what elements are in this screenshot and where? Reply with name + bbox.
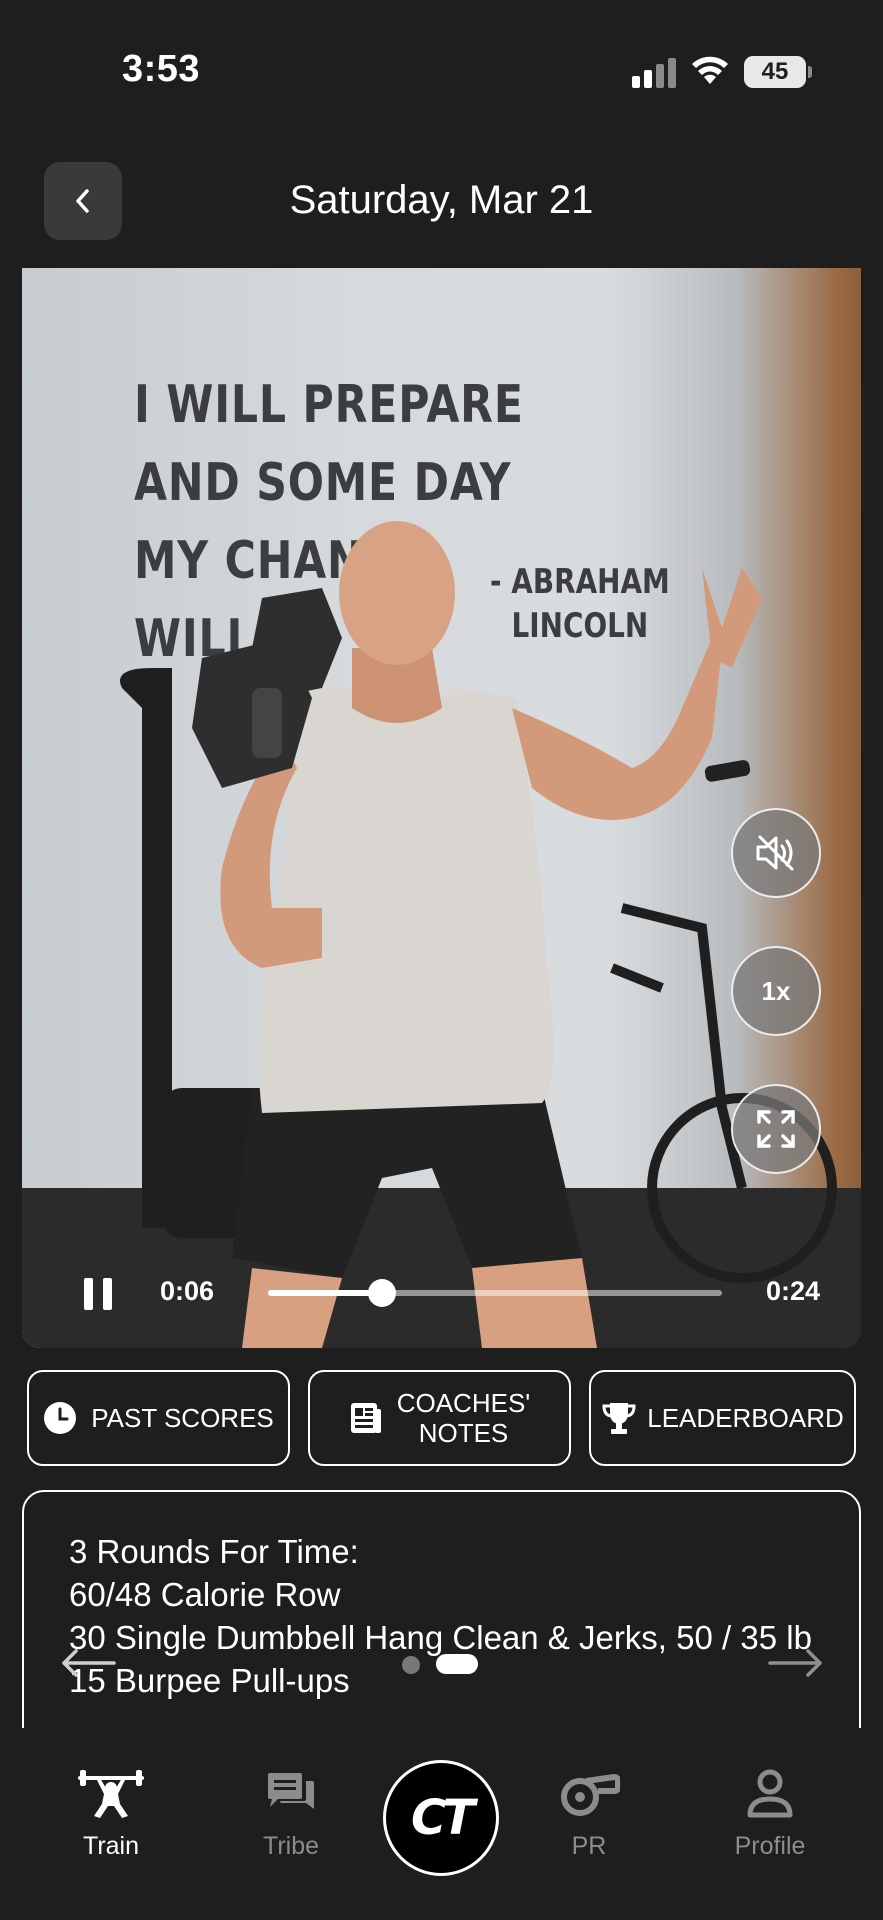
shorts bbox=[232, 1088, 582, 1278]
whistle-icon bbox=[561, 1774, 620, 1816]
person-icon bbox=[747, 1769, 793, 1818]
workout-description: 3 Rounds For Time: 60/48 Calorie Row 30 … bbox=[69, 1533, 812, 1699]
tab-profile[interactable]: Profile bbox=[700, 1764, 840, 1861]
arrow-left-icon bbox=[62, 1649, 116, 1677]
coaches-notes-line: NOTES bbox=[418, 1418, 509, 1448]
arrow-right-icon bbox=[768, 1649, 822, 1677]
leaderboard-button[interactable]: LEADERBOARD bbox=[589, 1370, 856, 1466]
tab-label: PR bbox=[571, 1832, 607, 1860]
cellular-signal-icon bbox=[632, 56, 676, 88]
coaches-notes-line: COACHES' bbox=[396, 1388, 531, 1418]
playback-speed-button[interactable]: 1x bbox=[731, 946, 821, 1036]
tank-top bbox=[258, 688, 554, 1113]
status-time: 3:53 bbox=[122, 48, 201, 90]
mute-button[interactable] bbox=[731, 808, 821, 898]
fullscreen-button[interactable] bbox=[731, 1084, 821, 1174]
next-arrow-button[interactable] bbox=[768, 1636, 824, 1686]
workout-card: 3 Rounds For Time: 60/48 Calorie Row 30 … bbox=[22, 1490, 861, 1750]
past-scores-label: PAST SCORES bbox=[91, 1403, 274, 1433]
pagination-dot[interactable] bbox=[402, 1656, 420, 1674]
scrubber-thumb[interactable] bbox=[367, 1279, 396, 1307]
athlete-figure bbox=[120, 521, 837, 1348]
workout-video[interactable]: I WILL PREPARE AND SOME DAY MY CHAN WILL… bbox=[22, 268, 861, 1348]
tab-train[interactable]: Train bbox=[41, 1764, 181, 1861]
tab-label: Profile bbox=[734, 1832, 806, 1860]
coaches-notes-button[interactable]: COACHES' NOTES bbox=[308, 1370, 571, 1466]
chat-bubbles-icon bbox=[268, 1773, 314, 1809]
expand-icon bbox=[757, 1110, 795, 1148]
page-title: Saturday, Mar 21 bbox=[289, 178, 594, 222]
tab-pr[interactable]: PR bbox=[519, 1764, 659, 1861]
coaches-notes-label: COACHES' NOTES bbox=[397, 1388, 531, 1448]
battery-indicator: 45 bbox=[744, 56, 806, 88]
trophy-icon bbox=[602, 1403, 636, 1434]
clock-icon bbox=[44, 1402, 77, 1434]
tab-label: Train bbox=[82, 1832, 140, 1860]
ct-logo-text: CT bbox=[411, 1790, 475, 1846]
wifi-icon bbox=[692, 56, 728, 84]
ct-logo-button[interactable]: CT bbox=[383, 1760, 499, 1876]
previous-arrow-button[interactable] bbox=[60, 1636, 116, 1686]
speaker-muted-icon bbox=[756, 835, 794, 871]
current-time: 0:06 bbox=[160, 1276, 215, 1306]
pause-button[interactable] bbox=[84, 1278, 114, 1310]
tab-tribe[interactable]: Tribe bbox=[221, 1764, 361, 1861]
notes-icon bbox=[350, 1403, 381, 1433]
leaderboard-label: LEADERBOARD bbox=[647, 1403, 844, 1433]
scrubber-progress bbox=[268, 1290, 382, 1296]
tab-label: Tribe bbox=[262, 1832, 320, 1860]
past-scores-button[interactable]: PAST SCORES bbox=[27, 1370, 290, 1466]
total-time: 0:24 bbox=[766, 1276, 821, 1306]
pagination-dot-active[interactable] bbox=[436, 1654, 478, 1674]
battery-tip bbox=[808, 66, 812, 78]
video-scrubber[interactable] bbox=[268, 1279, 722, 1307]
weightlifter-icon bbox=[78, 1770, 144, 1818]
